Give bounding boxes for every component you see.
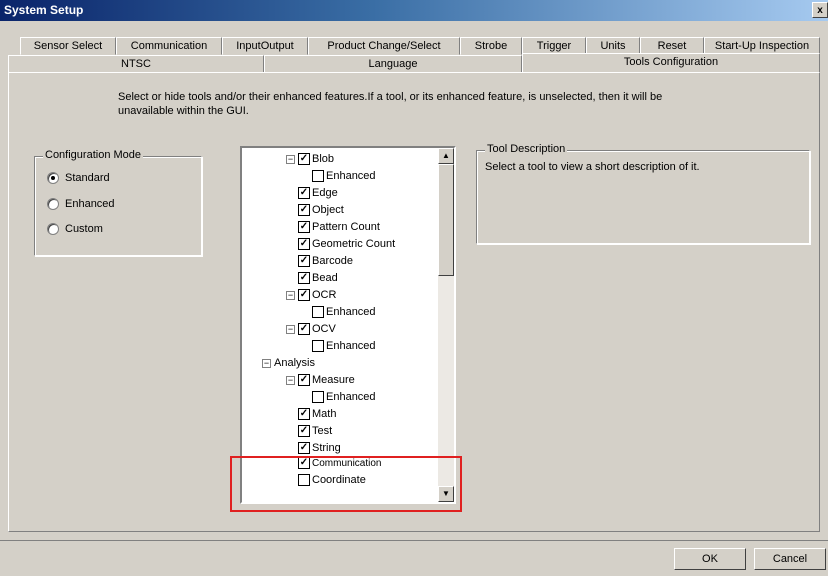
cancel-button[interactable]: Cancel bbox=[754, 548, 826, 570]
checkbox-checked[interactable]: ✓ bbox=[298, 272, 310, 284]
radio-label: Standard bbox=[65, 172, 110, 184]
checkbox-checked[interactable]: ✓ bbox=[298, 374, 310, 386]
checkbox-checked[interactable]: ✓ bbox=[298, 204, 310, 216]
radio-dot-selected bbox=[47, 172, 59, 184]
tree-item[interactable]: ✓ Math bbox=[298, 408, 336, 420]
tree-item[interactable]: − ✓ OCR bbox=[286, 289, 336, 301]
radio-label: Custom bbox=[65, 223, 103, 235]
divider bbox=[0, 540, 828, 541]
radio-label: Enhanced bbox=[65, 198, 115, 210]
collapse-icon[interactable]: − bbox=[286, 375, 295, 385]
radio-dot bbox=[47, 198, 59, 210]
tree-item[interactable]: − ✓ Blob bbox=[286, 153, 334, 165]
configuration-mode-group: Configuration Mode Standard Enhanced Cus… bbox=[34, 149, 202, 256]
scroll-thumb[interactable] bbox=[438, 164, 454, 276]
checkbox-checked[interactable]: ✓ bbox=[298, 323, 310, 335]
tree-item[interactable]: ✓ Object bbox=[298, 204, 344, 216]
collapse-icon[interactable]: − bbox=[286, 324, 295, 334]
checkbox-unchecked[interactable] bbox=[312, 306, 324, 318]
tree-item[interactable]: − ✓ OCV bbox=[286, 323, 336, 335]
checkbox-checked[interactable]: ✓ bbox=[298, 255, 310, 267]
tree-item[interactable]: Enhanced bbox=[312, 391, 376, 403]
tree-item[interactable]: ✓ Pattern Count bbox=[298, 221, 380, 233]
checkbox-unchecked[interactable] bbox=[312, 391, 324, 403]
title-bar: System Setup x bbox=[0, 0, 828, 21]
tab-inputoutput[interactable]: InputOutput bbox=[222, 37, 308, 55]
scroll-up-icon[interactable]: ▲ bbox=[438, 148, 454, 164]
checkbox-checked[interactable]: ✓ bbox=[298, 442, 310, 454]
tab-language[interactable]: Language bbox=[264, 55, 522, 73]
radio-enhanced[interactable]: Enhanced bbox=[47, 198, 115, 210]
checkbox-checked[interactable]: ✓ bbox=[298, 238, 310, 250]
tab-product-change-select[interactable]: Product Change/Select bbox=[308, 37, 460, 55]
tree-item[interactable]: ✓ Edge bbox=[298, 187, 338, 199]
tab-communication[interactable]: Communication bbox=[116, 37, 222, 55]
tool-description-text: Select a tool to view a short descriptio… bbox=[485, 161, 700, 173]
tree-item[interactable]: ✓ Bead bbox=[298, 272, 338, 284]
collapse-icon[interactable]: − bbox=[286, 154, 295, 164]
tab-tools-configuration[interactable]: Tools Configuration bbox=[522, 53, 820, 73]
ok-button[interactable]: OK bbox=[674, 548, 746, 570]
checkbox-unchecked[interactable] bbox=[312, 340, 324, 352]
radio-standard[interactable]: Standard bbox=[47, 172, 110, 184]
tree-item[interactable]: ✓ Barcode bbox=[298, 255, 353, 267]
intro-text: Select or hide tools and/or their enhanc… bbox=[118, 91, 663, 117]
tree-item[interactable]: − ✓ Measure bbox=[286, 374, 355, 386]
tab-sensor-select[interactable]: Sensor Select bbox=[20, 37, 116, 55]
tree-item[interactable]: Enhanced bbox=[312, 170, 376, 182]
radio-dot bbox=[47, 223, 59, 235]
tool-tree[interactable]: − ✓ Blob Enhanced ✓ Edge ✓ Object ✓ Pattern C… bbox=[240, 146, 456, 504]
tab-ntsc[interactable]: NTSC bbox=[8, 55, 264, 73]
tree-item[interactable]: − Analysis bbox=[262, 357, 315, 369]
tool-description-group: Tool Description Select a tool to view a… bbox=[476, 143, 810, 244]
window-title: System Setup bbox=[4, 3, 84, 17]
checkbox-unchecked[interactable] bbox=[312, 170, 324, 182]
tree-item[interactable]: Enhanced bbox=[312, 306, 376, 318]
radio-custom[interactable]: Custom bbox=[47, 223, 103, 235]
checkbox-checked[interactable]: ✓ bbox=[298, 187, 310, 199]
collapse-icon[interactable]: − bbox=[286, 290, 295, 300]
configuration-mode-title: Configuration Mode bbox=[43, 149, 144, 161]
tree-item[interactable]: ✓ Test bbox=[298, 425, 332, 437]
checkbox-checked[interactable]: ✓ bbox=[298, 289, 310, 301]
tree-item[interactable]: Enhanced bbox=[312, 340, 376, 352]
collapse-icon[interactable]: − bbox=[262, 358, 271, 368]
checkbox-checked[interactable]: ✓ bbox=[298, 408, 310, 420]
checkbox-checked[interactable]: ✓ bbox=[298, 425, 310, 437]
tab-strobe[interactable]: Strobe bbox=[460, 37, 522, 55]
tool-description-title: Tool Description bbox=[485, 143, 568, 155]
highlight-box bbox=[230, 456, 462, 512]
checkbox-checked[interactable]: ✓ bbox=[298, 153, 310, 165]
tree-item[interactable]: ✓ String bbox=[298, 442, 341, 454]
tree-scrollbar[interactable]: ▲ ▼ bbox=[438, 148, 454, 502]
checkbox-checked[interactable]: ✓ bbox=[298, 221, 310, 233]
close-icon[interactable]: x bbox=[812, 2, 828, 18]
tree-item[interactable]: ✓ Geometric Count bbox=[298, 238, 395, 250]
